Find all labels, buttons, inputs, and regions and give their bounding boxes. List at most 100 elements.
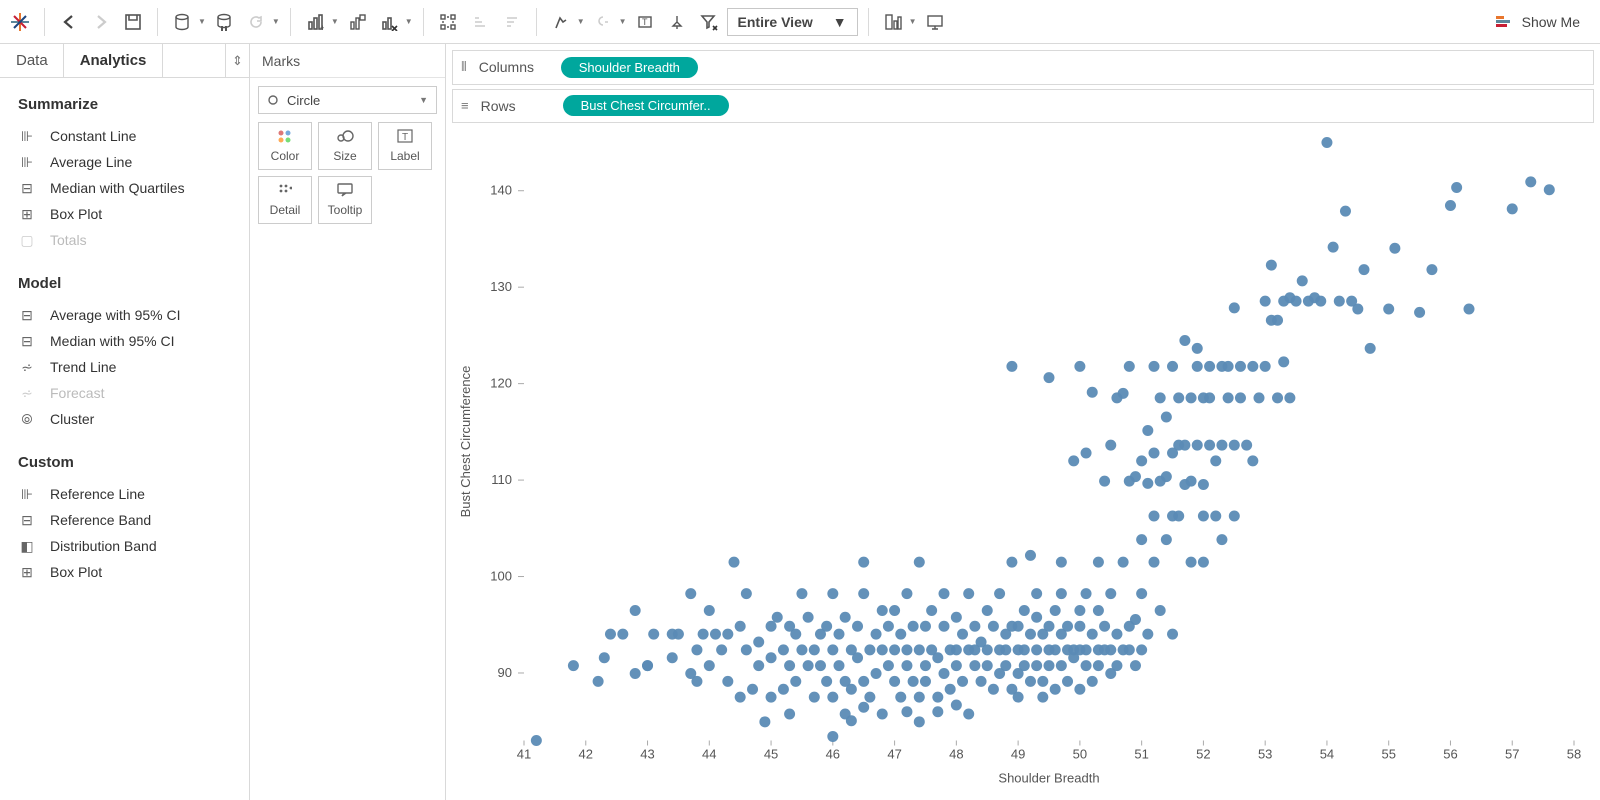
svg-text:90: 90 [498,665,512,680]
svg-text:Bust Chest Circumference: Bust Chest Circumference [458,366,473,518]
analytics-item: ▢Totals [18,227,231,253]
caret-down-icon[interactable]: ▼ [272,17,280,26]
analytics-item-icon: ⊪ [18,154,36,171]
analytics-item-label: Constant Line [50,128,136,144]
tooltip-icon [337,183,353,201]
sort-desc-icon [498,8,526,36]
svg-text:130: 130 [490,279,512,294]
analytics-item[interactable]: ◧Distribution Band [18,533,231,559]
side-panel: Data Analytics ⇕ Summarize ⊪Constant Lin… [0,44,250,800]
columns-pill[interactable]: Shoulder Breadth [561,57,698,78]
analytics-item-label: Reference Band [50,512,151,528]
analytics-item[interactable]: ⊟Reference Band [18,507,231,533]
label-icon: T [397,129,413,147]
caret-down-icon[interactable]: ▼ [198,17,206,26]
color-icon [277,129,293,147]
main-toolbar: ▼ ▼ +▼ ▼ ▼ ▼ T Entire View▼ ▼ Show Me [0,0,1600,44]
svg-text:57: 57 [1505,747,1519,762]
caret-down-icon[interactable]: ▼ [577,17,585,26]
presentation-icon[interactable] [921,8,949,36]
tab-analytics[interactable]: Analytics [64,44,163,77]
columns-shelf[interactable]: ⦀ Columns Shoulder Breadth [452,50,1594,85]
analytics-item[interactable]: ⊞ Box Plot [18,201,231,227]
section-model: Model [18,275,231,292]
caret-down-icon[interactable]: ▼ [909,17,917,26]
marks-detail[interactable]: Detail [258,176,312,224]
marks-tooltip[interactable]: Tooltip [318,176,372,224]
show-cards-icon[interactable] [879,8,907,36]
svg-text:T: T [642,17,648,27]
svg-text:41: 41 [517,747,531,762]
analytics-item[interactable]: ⊪Constant Line [18,123,231,149]
pin-icon[interactable] [663,8,691,36]
analytics-item[interactable]: ⊟Median with Quartiles [18,175,231,201]
analytics-item[interactable]: ⊪Reference Line [18,481,231,507]
analytics-item-label: Trend Line [50,359,116,375]
svg-text:45: 45 [764,747,778,762]
analytics-item-label: Cluster [50,411,94,427]
svg-text:48: 48 [949,747,963,762]
pause-updates-icon[interactable] [210,8,238,36]
refresh-icon [242,8,270,36]
highlight-icon[interactable] [547,8,575,36]
marks-label[interactable]: TLabel [378,122,432,170]
analytics-item-label: Reference Line [50,486,145,502]
rows-pill[interactable]: Bust Chest Circumfer.. [563,95,729,116]
new-worksheet-icon[interactable]: + [301,8,329,36]
caret-down-icon[interactable]: ▼ [405,17,413,26]
mark-type-selector[interactable]: Circle▼ [258,86,437,114]
svg-text:140: 140 [490,183,512,198]
section-custom: Custom [18,454,231,471]
analytics-item[interactable]: ⦾ Cluster [18,406,231,432]
columns-icon: ⦀ [461,59,467,75]
svg-text:53: 53 [1258,747,1272,762]
analytics-item-icon: ⊟ [18,307,36,324]
rows-shelf[interactable]: ≡ Rows Bust Chest Circumfer.. [452,89,1594,124]
section-summarize: Summarize [18,96,231,113]
rows-label: Rows [481,98,551,114]
analytics-item-icon: ⊞ [18,206,36,223]
svg-text:46: 46 [826,747,840,762]
analytics-item[interactable]: ⊟ Median with 95% CI [18,328,231,354]
fit-selector[interactable]: Entire View▼ [727,8,858,36]
svg-text:58: 58 [1567,747,1581,762]
analytics-item-label: Average Line [50,154,132,170]
scatter-chart[interactable]: 9010011012013014041424344454647484950515… [454,131,1584,792]
analytics-item-label: Forecast [50,385,104,401]
analytics-item-icon: ⦾ [18,411,36,428]
analytics-item-icon: ⊞ [18,564,36,581]
save-icon[interactable] [119,8,147,36]
swap-icon[interactable] [434,8,462,36]
group-icon [589,8,617,36]
analytics-item[interactable]: ⊪ Average Line [18,149,231,175]
caret-down-icon: ▼ [419,95,428,105]
show-labels-icon[interactable]: T [631,8,659,36]
tableau-logo-icon[interactable] [6,8,34,36]
analytics-item-label: Median with 95% CI [50,333,175,349]
analytics-item-label: Average with 95% CI [50,307,180,323]
analytics-item[interactable]: ⊞ Box Plot [18,559,231,585]
analytics-item[interactable]: ⊟ Average with 95% CI [18,302,231,328]
clear-filter-icon[interactable] [695,8,723,36]
analytics-item-icon: ⊟ [18,333,36,350]
svg-text:55: 55 [1381,747,1395,762]
back-icon[interactable] [55,8,83,36]
collapse-pane-icon[interactable]: ⇕ [225,44,249,77]
analytics-item-label: Median with Quartiles [50,180,185,196]
duplicate-icon[interactable] [343,8,371,36]
tab-data[interactable]: Data [0,44,64,77]
detail-icon [278,183,292,201]
clear-sheet-icon[interactable] [375,8,403,36]
marks-size[interactable]: Size [318,122,372,170]
analytics-item-label: Box Plot [50,206,102,222]
marks-color[interactable]: Color [258,122,312,170]
analytics-item[interactable]: ⩫ Trend Line [18,354,231,380]
analytics-item-icon: ⩫ [18,359,36,376]
svg-text:51: 51 [1134,747,1148,762]
new-datasource-icon[interactable] [168,8,196,36]
show-me-button[interactable]: Show Me [1496,14,1594,30]
analytics-item-icon: ◧ [18,538,36,555]
analytics-item-label: Box Plot [50,564,102,580]
caret-down-icon[interactable]: ▼ [619,17,627,26]
caret-down-icon[interactable]: ▼ [331,17,339,26]
